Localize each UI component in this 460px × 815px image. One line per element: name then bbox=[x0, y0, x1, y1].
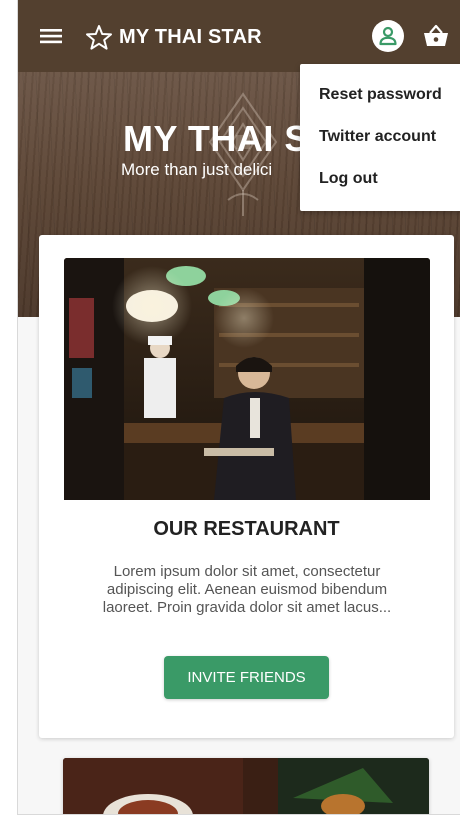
app-title: MY THAI STAR bbox=[119, 26, 262, 48]
app-screen: MY THAI STAR MY THAI S More than just de… bbox=[18, 0, 460, 815]
hero-subtitle: More than just delici bbox=[121, 160, 273, 179]
account-button[interactable] bbox=[372, 20, 404, 52]
restaurant-interior-image bbox=[64, 258, 430, 500]
invite-friends-button[interactable]: INVITE FRIENDS bbox=[164, 656, 329, 699]
card-description: Lorem ipsum dolor sit amet, consectetur … bbox=[102, 563, 392, 616]
menu-item-reset-password[interactable]: Reset password bbox=[300, 74, 460, 116]
hero-title: MY THAI S bbox=[123, 118, 309, 159]
hamburger-menu-icon bbox=[40, 29, 62, 44]
food-image bbox=[63, 758, 429, 815]
user-menu-dropdown: Reset password Twitter account Log out bbox=[300, 64, 460, 211]
cart-button[interactable] bbox=[422, 24, 450, 48]
menu-button[interactable] bbox=[39, 24, 63, 48]
next-card-image bbox=[63, 758, 429, 815]
favorite-button[interactable] bbox=[85, 24, 113, 50]
star-outline-icon bbox=[86, 25, 112, 50]
menu-item-log-out[interactable]: Log out bbox=[300, 158, 460, 200]
shopping-basket-icon bbox=[424, 24, 448, 46]
restaurant-card: OUR RESTAURANT Lorem ipsum dolor sit ame… bbox=[39, 235, 454, 738]
account-icon bbox=[379, 26, 397, 46]
card-title: OUR RESTAURANT bbox=[153, 518, 340, 540]
restaurant-photo bbox=[64, 258, 430, 500]
top-app-bar: MY THAI STAR bbox=[18, 0, 460, 72]
menu-item-twitter-account[interactable]: Twitter account bbox=[300, 116, 460, 158]
